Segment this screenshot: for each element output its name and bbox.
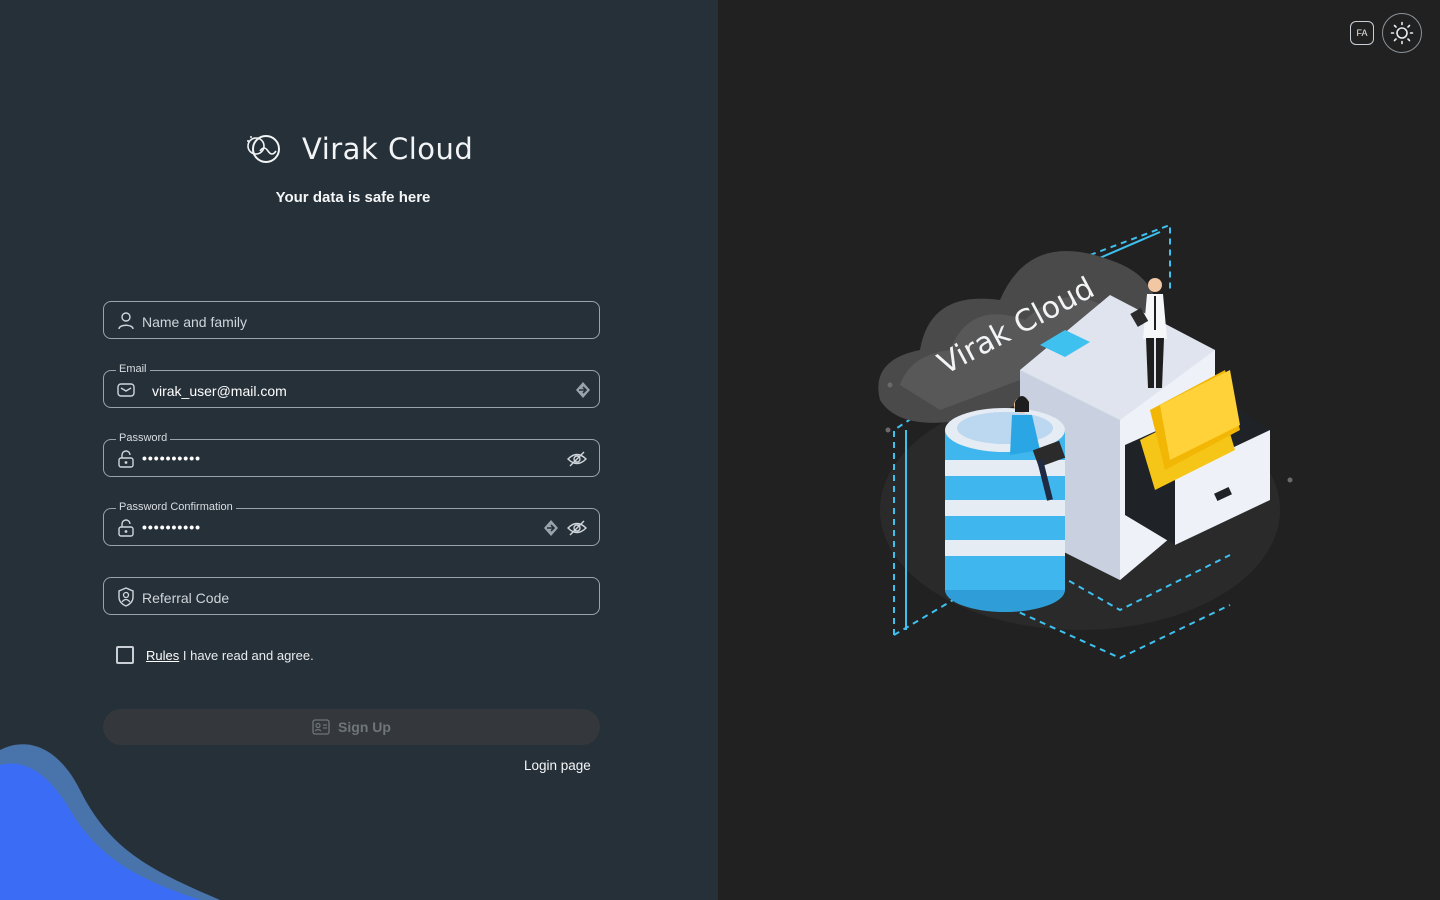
password-field[interactable]: Password •••••••••• xyxy=(103,432,600,477)
email-field[interactable]: Email virak_user@mail.com xyxy=(103,363,600,408)
agree-text: I have read and agree. xyxy=(182,647,314,663)
rules-link[interactable]: Rules xyxy=(146,648,179,663)
password-value: •••••••••• xyxy=(142,450,202,466)
name-field[interactable]: Name and family xyxy=(103,301,600,339)
eye-off-icon[interactable] xyxy=(567,449,587,469)
theme-toggle-button[interactable] xyxy=(1382,13,1422,53)
tagline: Your data is safe here xyxy=(275,189,431,206)
mail-icon xyxy=(117,383,135,397)
signup-label: Sign Up xyxy=(338,719,391,735)
email-label: Email xyxy=(116,363,150,375)
decorative-wave xyxy=(0,744,220,900)
agree-row: Rules I have read and agree. xyxy=(116,646,314,664)
signup-panel: Virak Cloud Your data is safe here Name … xyxy=(0,0,718,900)
sun-icon xyxy=(1390,21,1414,45)
autofill-icon[interactable] xyxy=(541,518,561,538)
signup-button[interactable]: Sign Up xyxy=(103,709,600,745)
logo-icon xyxy=(247,135,280,163)
brand-name: Virak Cloud xyxy=(302,132,474,166)
lock-icon xyxy=(118,519,134,537)
password-confirmation-value: •••••••••• xyxy=(142,519,202,535)
lock-icon xyxy=(118,450,134,468)
eye-off-icon[interactable] xyxy=(567,518,587,538)
referral-badge-icon xyxy=(118,587,134,607)
brand-logo: Virak Cloud xyxy=(244,132,473,166)
user-icon xyxy=(118,312,134,330)
password-label: Password xyxy=(116,432,171,444)
name-placeholder: Name and family xyxy=(142,314,248,330)
cloud-storage-illustration: Virak Cloud xyxy=(878,223,1293,660)
agree-checkbox[interactable] xyxy=(116,646,134,664)
password-confirmation-field[interactable]: Password Confirmation •••••••••• xyxy=(103,501,600,546)
language-label: FA xyxy=(1356,28,1368,38)
login-page-link[interactable]: Login page xyxy=(524,758,591,773)
password-confirmation-label: Password Confirmation xyxy=(116,501,236,513)
autofill-icon[interactable] xyxy=(573,380,593,400)
email-value: virak_user@mail.com xyxy=(152,383,287,399)
id-card-icon xyxy=(312,719,330,735)
referral-placeholder: Referral Code xyxy=(142,590,230,606)
language-toggle-button[interactable]: FA xyxy=(1350,21,1374,45)
referral-field[interactable]: Referral Code xyxy=(103,577,600,615)
